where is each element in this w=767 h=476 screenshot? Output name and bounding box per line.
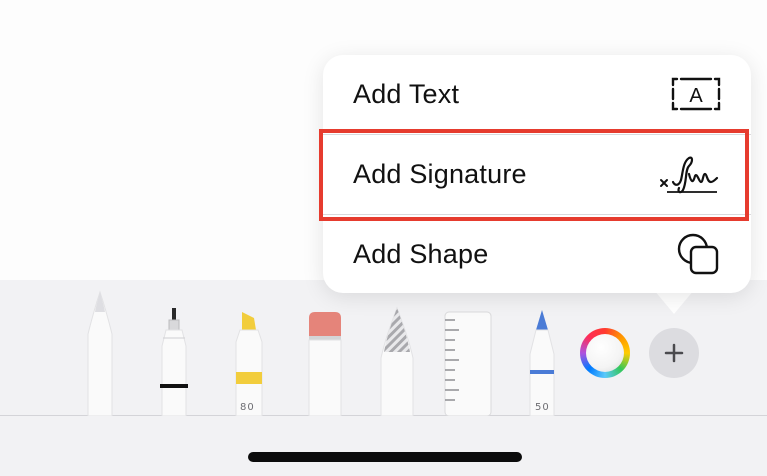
add-button[interactable] [649, 328, 699, 378]
menu-item-label: Add Text [353, 78, 460, 109]
ruler-tool[interactable] [443, 310, 493, 416]
color-wheel-icon [586, 334, 624, 372]
pen-icon [87, 290, 113, 416]
menu-item-label: Add Shape [353, 238, 489, 269]
highlighter-icon [235, 312, 263, 416]
pencil-size-label: 50 [535, 402, 550, 413]
highlighter-tool[interactable] [230, 310, 270, 416]
lasso-tool[interactable] [375, 306, 419, 416]
eraser-tool[interactable] [305, 310, 345, 416]
ruler-icon [444, 311, 492, 416]
highlight-annotation [319, 129, 749, 221]
svg-text:A: A [689, 85, 703, 107]
plus-icon [664, 343, 684, 363]
shapes-icon [677, 233, 719, 275]
bottom-area [0, 416, 767, 476]
color-picker-button[interactable] [580, 328, 630, 378]
eraser-icon [308, 312, 342, 416]
pen-tool[interactable] [82, 290, 118, 416]
lasso-icon [380, 306, 414, 416]
highlighter-size-label: 80 [240, 402, 255, 413]
menu-item-add-shape[interactable]: Add Shape [323, 215, 751, 293]
pencil-icon [529, 310, 555, 416]
text-box-icon: A [671, 77, 721, 111]
fineliner-icon [160, 308, 188, 416]
pencil-tool[interactable] [524, 308, 560, 416]
menu-pointer [654, 290, 694, 314]
menu-item-add-text[interactable]: Add Text A [323, 55, 751, 133]
fineliner-tool[interactable] [156, 306, 192, 416]
home-indicator[interactable] [248, 452, 522, 462]
